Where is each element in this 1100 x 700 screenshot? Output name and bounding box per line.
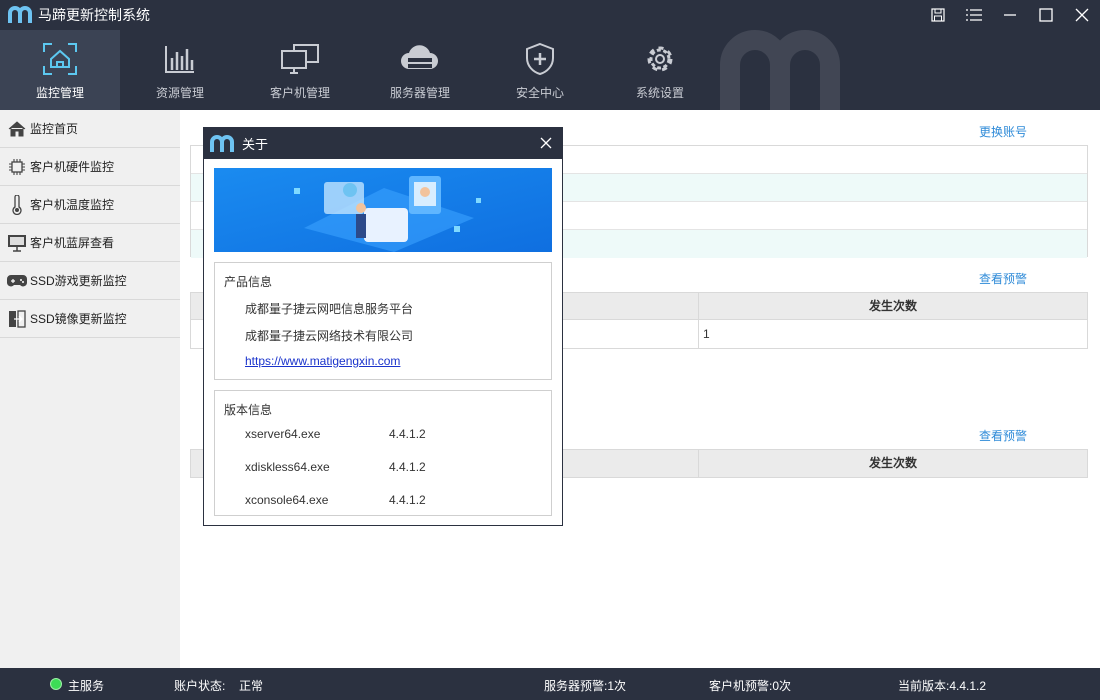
sidebar-item-ssd-game[interactable]: SSD游戏更新监控: [0, 262, 180, 300]
sidebar-item-label: 客户机温度监控: [30, 198, 115, 212]
sidebar-item-label: SSD镜像更新监控: [30, 312, 127, 326]
gear-icon: [643, 36, 677, 82]
dialog-close-icon[interactable]: [536, 133, 556, 153]
version-number: 4.4.1.2: [389, 460, 426, 474]
sidebar-item-hardware[interactable]: 客户机硬件监控: [0, 148, 180, 186]
nav-item-label: 服务器管理: [389, 86, 450, 100]
home-icon: [6, 118, 28, 140]
version-info-title: 版本信息: [224, 403, 273, 417]
dialog-title: 关于: [242, 137, 269, 152]
account-status-value: 正常: [239, 679, 264, 693]
version-number: 4.4.1.2: [389, 427, 426, 441]
version-number: 4.4.1.2: [389, 493, 426, 507]
website-link[interactable]: https://www.matigengxin.com: [245, 354, 400, 368]
app-logo-icon: [6, 5, 34, 25]
gamepad-icon: [6, 270, 28, 292]
sidebar-item-label: SSD游戏更新监控: [30, 274, 127, 288]
menu-icon[interactable]: [956, 0, 992, 30]
product-platform-name: 成都量子捷云网吧信息服务平台: [245, 302, 414, 316]
about-banner-illustration: [214, 168, 552, 252]
product-info-group: 产品信息 成都量子捷云网吧信息服务平台 成都量子捷云网络技术有限公司 https…: [214, 262, 552, 380]
screen-icon: [6, 232, 28, 254]
product-company-name: 成都量子捷云网络技术有限公司: [245, 329, 414, 343]
about-dialog: 关于 产品信息 成都量子捷云网吧信息服务平台 成都量子捷云网络技术有限公司 ht…: [203, 127, 563, 526]
minimize-icon[interactable]: [992, 0, 1028, 30]
sidebar-item-bluescreen[interactable]: 客户机蓝屏查看: [0, 224, 180, 262]
bar-chart-icon: [164, 36, 196, 82]
app-logo-icon: [210, 134, 236, 154]
nav-item-label: 安全中心: [515, 86, 564, 100]
column-header-count: 发生次数: [868, 456, 917, 470]
version-file-name: xconsole64.exe: [245, 493, 329, 507]
status-bar: 主服务 账户状态: 正常 服务器预警:1次 客户机预警:0次 当前版本:4.4.…: [0, 668, 1100, 700]
version-file-name: xdiskless64.exe: [245, 460, 330, 474]
nav-item-monitor[interactable]: 监控管理: [0, 30, 120, 110]
save-icon[interactable]: [920, 0, 956, 30]
sidebar-item-temperature[interactable]: 客户机温度监控: [0, 186, 180, 224]
server-alert-count: 服务器预警:1次: [544, 679, 627, 693]
sidebar-item-ssd-mirror[interactable]: SSD镜像更新监控: [0, 300, 180, 338]
view-alert-link[interactable]: 查看预警: [979, 427, 1027, 444]
mirror-update-icon: [6, 308, 28, 330]
account-status-label: 账户状态:: [174, 679, 226, 693]
cloud-server-icon: [399, 36, 441, 82]
service-status-indicator-icon: [50, 678, 62, 690]
sidebar: 监控首页 客户机硬件监控 客户机温度监控 客户机蓝屏查看 SSD游戏更新监控 S…: [0, 110, 180, 668]
thermometer-icon: [6, 194, 28, 216]
client-computers-icon: [280, 36, 320, 82]
nav-item-label: 系统设置: [635, 86, 684, 100]
product-info-title: 产品信息: [224, 275, 273, 289]
nav-item-security[interactable]: 安全中心: [480, 30, 600, 110]
sidebar-item-label: 客户机蓝屏查看: [30, 236, 115, 250]
nav-item-servers[interactable]: 服务器管理: [360, 30, 480, 110]
app-title: 马蹄更新控制系统: [38, 7, 150, 23]
nav-item-resources[interactable]: 资源管理: [120, 30, 240, 110]
version-file-name: xserver64.exe: [245, 427, 321, 441]
chip-icon: [6, 156, 28, 178]
sidebar-item-label: 监控首页: [30, 122, 79, 136]
maximize-icon[interactable]: [1028, 0, 1064, 30]
main-service-label: 主服务: [68, 679, 105, 693]
count-cell: 1: [703, 327, 710, 341]
monitor-home-icon: [42, 36, 78, 82]
column-header-count: 发生次数: [868, 299, 917, 313]
current-version: 当前版本:4.4.1.2: [898, 679, 987, 693]
client-alert-count: 客户机预警:0次: [709, 679, 792, 693]
top-nav: 监控管理 资源管理 客户机管理 服务器管理 安全中心 系统设置: [0, 30, 1100, 110]
nav-item-label: 客户机管理: [269, 86, 330, 100]
switch-account-link[interactable]: 更换账号: [979, 123, 1027, 140]
version-info-group: 版本信息 xserver64.exe 4.4.1.2 xdiskless64.e…: [214, 390, 552, 516]
sidebar-item-monitor-home[interactable]: 监控首页: [0, 110, 180, 148]
nav-item-clients[interactable]: 客户机管理: [240, 30, 360, 110]
title-bar: 马蹄更新控制系统: [0, 0, 1100, 30]
sidebar-item-label: 客户机硬件监控: [30, 160, 115, 174]
watermark-logo-icon: [720, 30, 840, 110]
nav-item-label: 监控管理: [35, 86, 84, 100]
close-icon[interactable]: [1064, 0, 1100, 30]
dialog-title-bar: 关于: [204, 128, 562, 159]
shield-icon: [525, 36, 555, 82]
view-alert-link[interactable]: 查看预警: [979, 270, 1027, 287]
nav-item-settings[interactable]: 系统设置: [600, 30, 720, 110]
nav-item-label: 资源管理: [155, 86, 204, 100]
